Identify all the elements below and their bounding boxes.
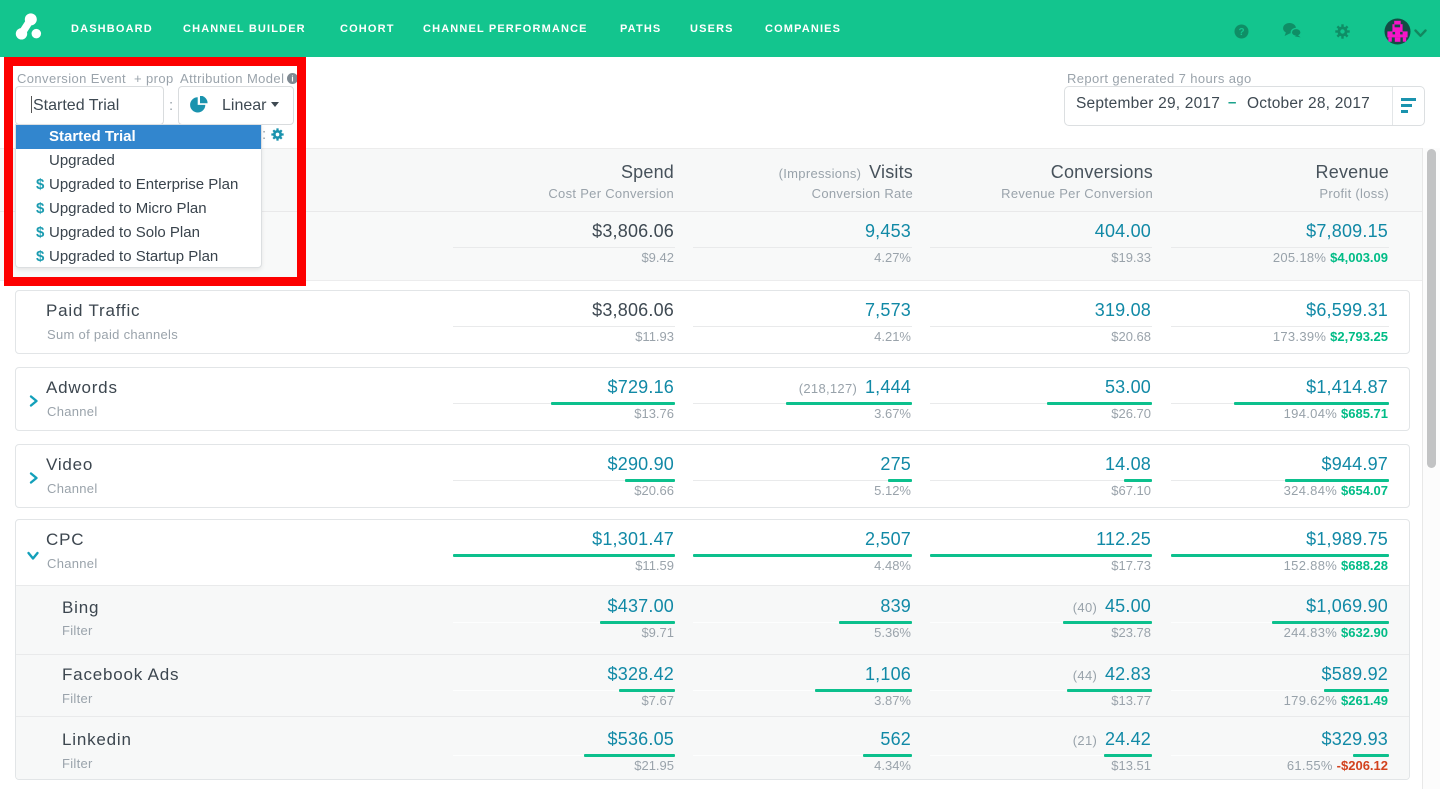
- svg-text:?: ?: [1238, 27, 1244, 38]
